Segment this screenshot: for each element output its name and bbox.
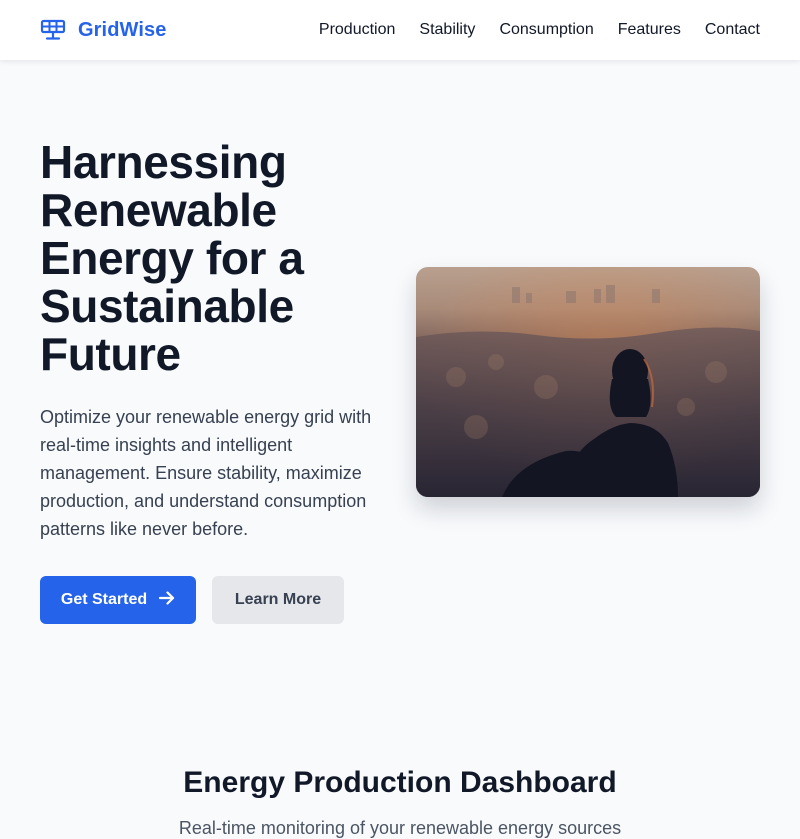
learn-more-button[interactable]: Learn More xyxy=(212,576,344,624)
main-nav: Production Stability Consumption Feature… xyxy=(319,21,760,39)
brand-link[interactable]: GridWise xyxy=(40,19,166,42)
hero-description: Optimize your renewable energy grid with… xyxy=(40,407,372,539)
get-started-button[interactable]: Get Started xyxy=(40,576,196,624)
arrow-right-icon xyxy=(159,590,175,610)
dashboard-title: Energy Production Dashboard xyxy=(183,766,617,799)
get-started-label: Get Started xyxy=(60,591,148,608)
brand-name: GridWise xyxy=(78,18,167,41)
nav-link-contact[interactable]: Contact xyxy=(705,21,760,39)
hero-image xyxy=(416,267,760,497)
solar-panel-icon xyxy=(40,19,66,41)
nav-link-stability[interactable]: Stability xyxy=(419,21,475,39)
nav-link-consumption[interactable]: Consumption xyxy=(499,21,593,39)
nav-link-production[interactable]: Production xyxy=(319,21,396,39)
hero-section: Harnessing Renewable Energy for a Sustai… xyxy=(0,60,800,710)
learn-more-label: Learn More xyxy=(234,591,322,608)
site-header: GridWise Production Stability Consumptio… xyxy=(0,0,800,60)
hero-title: Harnessing Renewable Energy for a Sustai… xyxy=(40,136,304,380)
nav-link-features[interactable]: Features xyxy=(618,21,681,39)
